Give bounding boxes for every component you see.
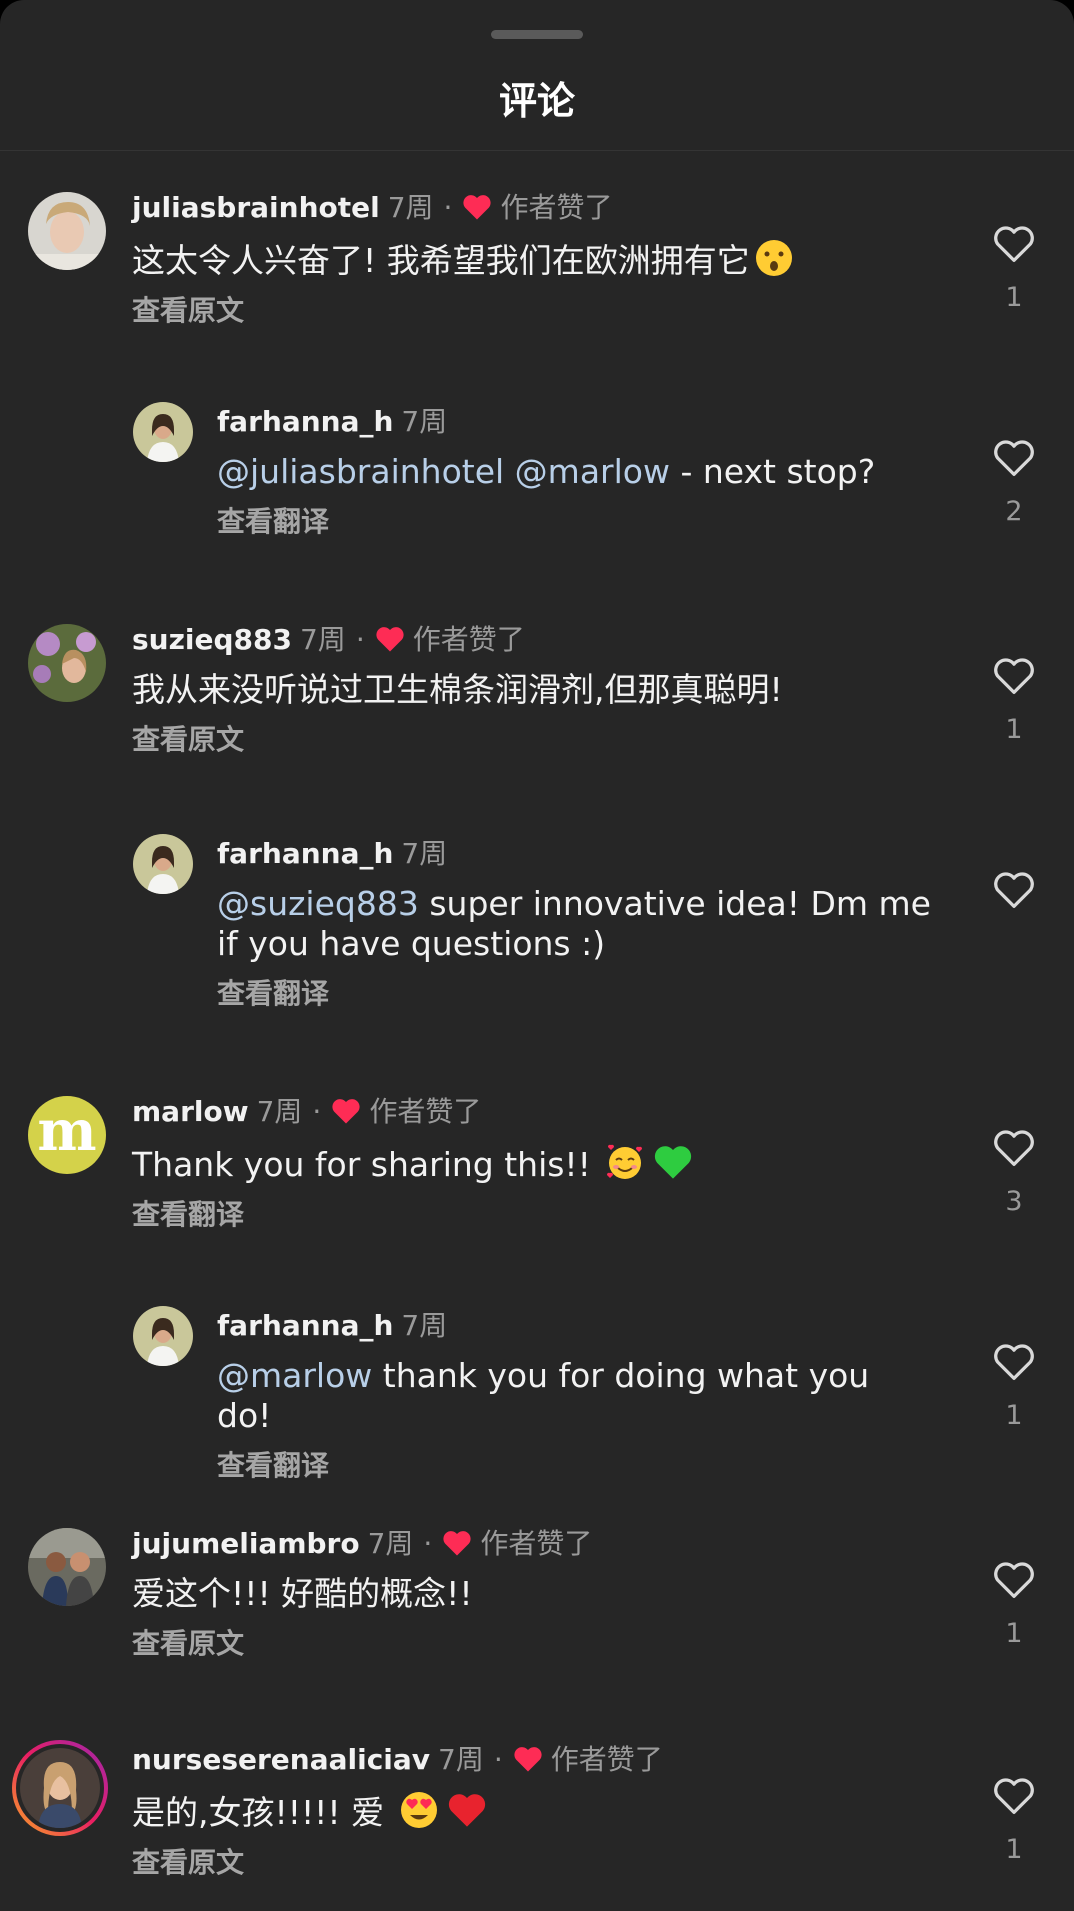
separator-dot: · <box>423 1527 433 1560</box>
see-translation-link[interactable]: 查看翻译 <box>217 1448 934 1484</box>
timestamp: 7周 <box>387 191 434 224</box>
green-heart-emoji-icon <box>655 1146 692 1179</box>
see-original-link[interactable]: 查看原文 <box>132 722 934 758</box>
smiling-face-with-hearts-emoji-icon <box>607 1144 643 1179</box>
creator-liked-heart-icon <box>443 1531 471 1556</box>
avatar-story-ring[interactable] <box>12 1740 108 1836</box>
header-divider <box>0 150 1074 151</box>
see-original-link[interactable]: 查看原文 <box>132 1626 934 1662</box>
comment-text: Thank you for sharing this!! <box>132 1142 934 1185</box>
comment-text: @suzieq883 super innovative idea! Dm me … <box>217 884 931 963</box>
like-count: 1 <box>1005 282 1023 313</box>
username[interactable]: farhanna_h <box>217 837 393 870</box>
like-count: 1 <box>1005 1400 1023 1431</box>
avatar[interactable] <box>28 1528 106 1606</box>
hushed-face-emoji-icon <box>755 240 792 276</box>
creator-liked-heart-icon <box>463 195 492 220</box>
creator-liked-label: 作者赞了 <box>500 191 613 224</box>
username[interactable]: farhanna_h <box>217 1309 393 1342</box>
avatar[interactable] <box>28 192 106 270</box>
timestamp: 7周 <box>401 1309 448 1342</box>
creator-liked-label: 作者赞了 <box>412 623 525 656</box>
page-title: 评论 <box>498 79 575 123</box>
comment-text: 是的,女孩!!!!! 爱 <box>132 1790 934 1833</box>
like-count: 1 <box>1005 714 1023 745</box>
like-heart-icon[interactable] <box>992 1342 1036 1382</box>
comment-text: 我从来没听说过卫生棉条润滑剂,但那真聪明! <box>132 670 783 709</box>
username[interactable]: juliasbrainhotel <box>132 191 380 224</box>
timestamp: 7周 <box>299 623 346 656</box>
comment-text: @juliasbrainhotel @marlow - next stop? <box>217 452 876 491</box>
mention[interactable]: @juliasbrainhotel <box>217 452 504 491</box>
like-count <box>984 928 1044 960</box>
username[interactable]: jujumeliambro <box>132 1527 360 1560</box>
heart-eyes-emoji-icon <box>400 1792 437 1828</box>
separator-dot: · <box>312 1095 322 1128</box>
like-heart-icon[interactable] <box>992 438 1036 478</box>
like-count: 2 <box>1005 496 1023 527</box>
timestamp: 7周 <box>401 405 448 438</box>
username[interactable]: marlow <box>132 1095 249 1128</box>
creator-liked-heart-icon <box>332 1099 360 1124</box>
like-count: 1 <box>1005 1834 1023 1865</box>
see-translation-link[interactable]: 查看翻译 <box>217 976 934 1012</box>
creator-liked-label: 作者赞了 <box>369 1095 482 1128</box>
timestamp: 7周 <box>401 837 448 870</box>
creator-liked-heart-icon <box>514 1747 542 1772</box>
like-heart-icon[interactable] <box>992 1776 1036 1816</box>
mention[interactable]: @suzieq883 <box>217 884 419 923</box>
creator-liked-label: 作者赞了 <box>550 1743 663 1776</box>
like-heart-icon[interactable] <box>992 870 1036 910</box>
avatar[interactable]: m <box>28 1096 106 1174</box>
like-count: 1 <box>1005 1618 1023 1649</box>
avatar <box>20 1748 100 1828</box>
avatar[interactable] <box>28 624 106 702</box>
separator-dot: · <box>355 623 365 656</box>
see-original-link[interactable]: 查看原文 <box>132 1845 934 1881</box>
avatar[interactable] <box>133 402 193 462</box>
username[interactable]: farhanna_h <box>217 405 393 438</box>
comment-text: @marlow thank you for doing what you do! <box>217 1356 870 1435</box>
like-heart-icon[interactable] <box>992 656 1036 696</box>
comments-sheet: 评论 juliasbrainhotel 7周 · 作者赞了 这太令人兴奋了! 我希望我… <box>0 0 1074 1911</box>
comment-text: 爱这个!!! 好酷的概念!! <box>132 1574 473 1613</box>
comment-text: 这太令人兴奋了! 我希望我们在欧洲拥有它 <box>132 238 934 281</box>
timestamp: 7周 <box>438 1743 484 1776</box>
avatar[interactable] <box>133 1306 193 1366</box>
see-original-link[interactable]: 查看原文 <box>132 293 934 329</box>
timestamp: 7周 <box>256 1095 303 1128</box>
avatar-letter: m <box>37 1098 97 1164</box>
see-translation-link[interactable]: 查看翻译 <box>217 504 934 540</box>
mention[interactable]: @marlow <box>217 1356 372 1395</box>
like-heart-icon[interactable] <box>992 1560 1036 1600</box>
like-heart-icon[interactable] <box>992 1128 1036 1168</box>
creator-liked-label: 作者赞了 <box>480 1527 593 1560</box>
see-translation-link[interactable]: 查看翻译 <box>132 1197 934 1233</box>
username[interactable]: suzieq883 <box>132 623 292 656</box>
separator-dot: · <box>443 191 453 224</box>
like-heart-icon[interactable] <box>992 224 1036 264</box>
mention[interactable]: @marlow <box>515 452 670 491</box>
red-heart-emoji-icon <box>448 1794 485 1827</box>
avatar[interactable] <box>133 834 193 894</box>
drag-handle[interactable] <box>491 30 583 39</box>
username[interactable]: nurseserenaaliciav <box>132 1743 430 1776</box>
separator-dot: · <box>493 1743 503 1776</box>
like-count: 3 <box>1005 1186 1023 1217</box>
creator-liked-heart-icon <box>376 627 404 652</box>
timestamp: 7周 <box>367 1527 414 1560</box>
